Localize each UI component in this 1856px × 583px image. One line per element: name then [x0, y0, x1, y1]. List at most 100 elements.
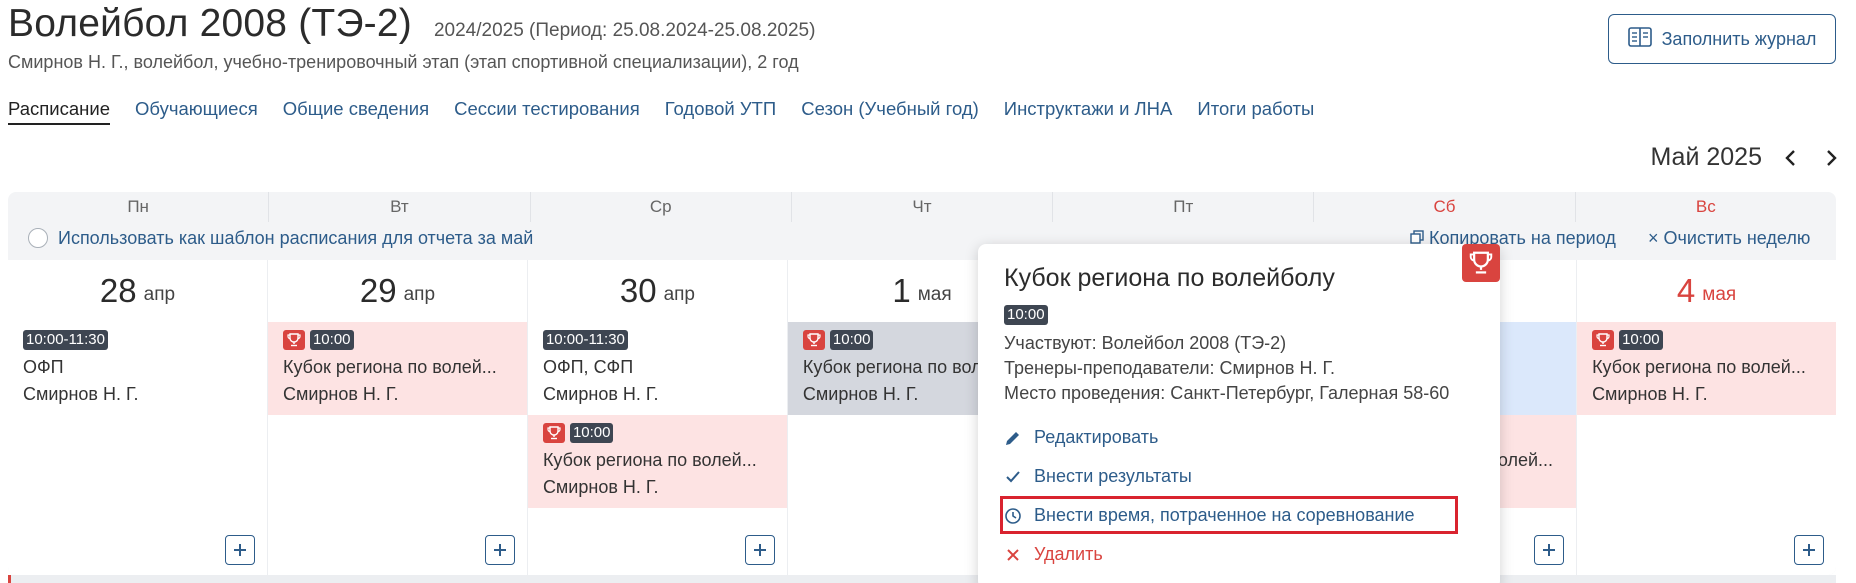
event-time: 10:00 [309, 330, 354, 350]
event-name: Кубок региона по волей... [282, 357, 497, 377]
event-coach: Смирнов Н. Г. [542, 384, 659, 404]
enter-time-action[interactable]: Внести время, потраченное на соревновани… [1000, 496, 1474, 535]
day-number: 29 [359, 272, 397, 309]
day-number: 4 [1676, 272, 1696, 309]
event-time: 10:00-11:30 [542, 330, 628, 350]
calendar: Пн Вт Ср Чт Пт Сб Вс Использовать как ша… [8, 192, 1836, 575]
week-days: 28 апр 10:00-11:30 ОФП Смирнов Н. Г. 29 … [8, 260, 1836, 575]
event-time: 10:00 [829, 330, 874, 350]
day-cell: 4 мая 10:00 Кубок региона по волей... См… [1577, 260, 1836, 575]
event-coach: Смирнов Н. Г. [282, 384, 399, 404]
template-row: Использовать как шаблон расписания для о… [8, 222, 1836, 254]
day-header: 4 мая [1577, 260, 1836, 322]
enter-time-label: Внести время, потраченное на соревновани… [1034, 505, 1415, 525]
tab-instructions[interactable]: Инструктажи и ЛНА [1004, 98, 1173, 125]
event-card[interactable]: 10:00-11:30 ОФП, СФП Смирнов Н. Г. [527, 322, 787, 415]
trophy-icon [1462, 244, 1500, 282]
trophy-icon [282, 330, 305, 350]
add-event-button[interactable] [1794, 535, 1825, 565]
event-card[interactable]: 10:00 Кубок региона по волей... Смирнов … [267, 322, 527, 415]
fill-journal-label: Заполнить журнал [1661, 28, 1817, 49]
weekday-wed: Ср [531, 192, 792, 222]
event-name: Кубок региона по волей... [542, 450, 757, 470]
template-radio[interactable] [28, 228, 48, 248]
popup-time: 10:00 [1004, 305, 1048, 325]
popup-venue: Место проведения: Санкт-Петербург, Галер… [1004, 383, 1450, 403]
popup-participants: Участвуют: Волейбол 2008 (ТЭ-2) [1004, 333, 1287, 353]
clock-icon [1004, 507, 1022, 525]
tab-general-info[interactable]: Общие сведения [283, 98, 429, 125]
month-label: Май 2025 [1650, 143, 1762, 171]
add-event-button[interactable] [484, 535, 515, 565]
event-name: Кубок региона по волей... [1592, 357, 1806, 377]
tabs: Расписание Обучающиеся Общие сведения Се… [8, 98, 1314, 125]
enter-results-action[interactable]: Внести результаты [1004, 457, 1474, 496]
fill-journal-button[interactable]: Заполнить журнал [1608, 14, 1836, 64]
weekday-header: Пн Вт Ср Чт Пт Сб Вс [8, 192, 1836, 222]
edit-action[interactable]: Редактировать [1004, 418, 1474, 457]
day-month: апр [663, 284, 695, 305]
day-header: 29 апр [268, 260, 527, 322]
event-name: ОФП [23, 357, 64, 377]
day-cell: 30 апр 10:00-11:30 ОФП, СФП Смирнов Н. Г… [527, 260, 787, 575]
trophy-icon [802, 330, 825, 350]
next-week-strip [8, 575, 1836, 583]
delete-action-label: Удалить [1034, 544, 1103, 564]
day-number: 28 [99, 272, 137, 309]
tab-testing-sessions[interactable]: Сессии тестирования [454, 98, 640, 125]
day-month: мая [917, 284, 952, 305]
event-card[interactable]: 10:00 Кубок региона по волей... Смирнов … [1577, 322, 1836, 415]
tab-results[interactable]: Итоги работы [1197, 98, 1314, 125]
tab-students[interactable]: Обучающиеся [135, 98, 258, 125]
event-card[interactable]: 10:00 Кубок региона по волей... Смирнов … [527, 415, 787, 508]
popup-title: Кубок региона по волейболу [1004, 264, 1335, 292]
event-name: ОФП, СФП [542, 357, 634, 377]
chevron-left-icon[interactable] [1780, 147, 1802, 169]
delete-action[interactable]: Удалить [1004, 535, 1474, 574]
day-number: 1 [892, 272, 911, 309]
month-navigation: Май 2025 [1650, 143, 1842, 172]
page-subtitle: Смирнов Н. Г., волейбол, учебно-трениров… [8, 52, 799, 72]
event-coach: Смирнов Н. Г. [542, 477, 659, 497]
tab-season[interactable]: Сезон (Учебный год) [801, 98, 979, 125]
period-label: 2024/2025 (Период: 25.08.2024-25.08.2025… [433, 20, 816, 41]
trophy-icon [1592, 330, 1615, 350]
template-label[interactable]: Использовать как шаблон расписания для о… [58, 228, 533, 249]
day-cell: 29 апр 10:00 Кубок региона по волей... С… [267, 260, 527, 575]
clear-week-link[interactable]: × Очистить неделю [1648, 228, 1810, 249]
header: Волейбол 2008 (ТЭ-2) 2024/2025 (Период: … [8, 2, 815, 52]
popup-trainers: Тренеры-преподаватели: Смирнов Н. Г. [1004, 358, 1336, 378]
add-event-button[interactable] [1534, 535, 1565, 565]
event-time: 10:00 [1619, 330, 1663, 350]
day-month: апр [143, 284, 176, 305]
add-event-button[interactable] [744, 535, 775, 565]
event-card[interactable]: 10:00-11:30 ОФП Смирнов Н. Г. [8, 322, 267, 415]
day-header: 30 апр [528, 260, 787, 322]
tab-schedule[interactable]: Расписание [8, 98, 110, 125]
day-month: апр [403, 284, 436, 305]
today-marker [8, 575, 11, 583]
chevron-right-icon[interactable] [1820, 147, 1842, 169]
event-popup: Кубок региона по волейболу 10:00 Участву… [978, 244, 1500, 583]
event-coach: Смирнов Н. Г. [1592, 384, 1708, 404]
event-time: 10:00-11:30 [23, 330, 108, 350]
event-coach: Смирнов Н. Г. [23, 384, 139, 404]
add-event-button[interactable] [224, 535, 255, 565]
weekday-tue: Вт [269, 192, 531, 222]
edit-action-label: Редактировать [1034, 427, 1159, 447]
popup-actions: Редактировать Внести результаты Внести в… [1000, 418, 1474, 574]
weekday-thu: Чт [792, 192, 1054, 222]
checkmark-icon [1004, 468, 1022, 486]
weekday-sat: Сб [1314, 192, 1576, 222]
event-time: 10:00 [569, 423, 614, 443]
page-title: Волейбол 2008 (ТЭ-2) [8, 2, 412, 45]
close-icon [1004, 546, 1022, 564]
enter-results-label: Внести результаты [1034, 466, 1192, 486]
day-number: 30 [619, 272, 657, 309]
tab-annual-plan[interactable]: Годовой УТП [665, 98, 776, 125]
weekday-sun: Вс [1695, 197, 1716, 216]
day-cell: 28 апр 10:00-11:30 ОФП Смирнов Н. Г. [8, 260, 267, 575]
journal-icon [1627, 26, 1652, 53]
weekday-fri: Пт [1053, 192, 1315, 222]
pencil-icon [1004, 429, 1022, 447]
